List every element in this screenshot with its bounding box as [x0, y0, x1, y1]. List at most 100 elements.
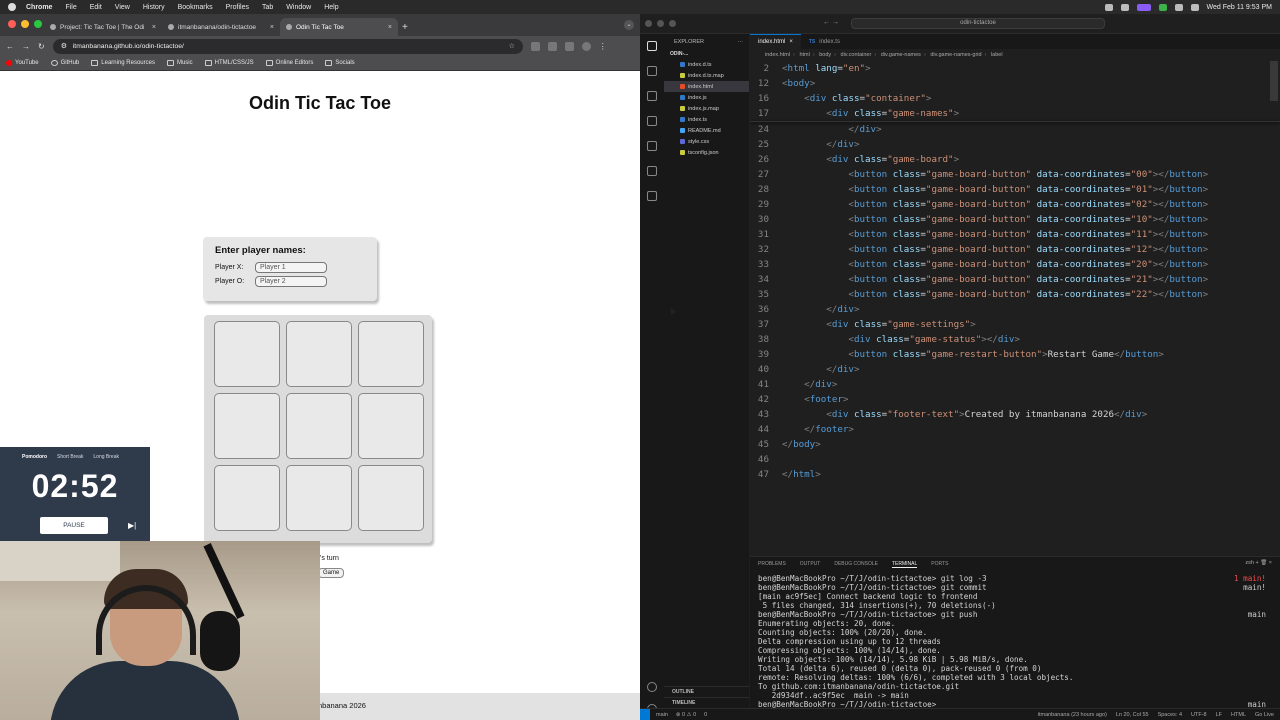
board-cell-20[interactable]	[214, 465, 280, 531]
vscode-minimize-icon[interactable]	[657, 20, 664, 27]
board-cell-12[interactable]	[358, 393, 424, 459]
menu-help[interactable]: Help	[324, 4, 338, 11]
tab-close-icon[interactable]: ×	[152, 24, 156, 31]
file-index-d-ts-map[interactable]: index.d.ts.map	[664, 70, 749, 81]
git-blame-status[interactable]: itmanbanana (23 hours ago)	[1038, 712, 1107, 718]
minimize-window-icon[interactable]	[21, 20, 29, 28]
menu-edit[interactable]: Edit	[90, 4, 102, 11]
bookmark-socials[interactable]: Socials	[325, 60, 355, 66]
fullscreen-window-icon[interactable]	[34, 20, 42, 28]
breadcrumb-item[interactable]: index.html	[765, 52, 790, 58]
code-line[interactable]: 43 <div class="footer-text">Created by i…	[750, 407, 1280, 422]
apple-icon[interactable]	[8, 3, 16, 11]
file-tsconfig[interactable]: tsconfig.json	[664, 147, 749, 158]
file-index-html[interactable]: index.html	[664, 81, 749, 92]
bookmark-star-icon[interactable]: ☆	[509, 42, 515, 50]
vscode-close-icon[interactable]	[645, 20, 652, 27]
new-terminal-icon[interactable]: +	[1256, 560, 1259, 566]
mode-long-break[interactable]: Long Break	[93, 454, 119, 460]
editor-scrollbar[interactable]	[1270, 61, 1278, 101]
bookmark-github[interactable]: GitHub	[50, 60, 79, 66]
wifi-icon[interactable]	[1174, 3, 1183, 11]
code-line[interactable]: 2 <html lang="en">	[750, 61, 1280, 76]
branch-indicator[interactable]: main	[656, 712, 668, 718]
close-panel-icon[interactable]: ×	[1269, 560, 1272, 566]
breadcrumb-item[interactable]: label	[991, 52, 1003, 58]
code-line[interactable]: 46	[750, 452, 1280, 467]
code-line[interactable]: 37 <div class="game-settings">	[750, 317, 1280, 332]
menu-view[interactable]: View	[115, 4, 130, 11]
code-line[interactable]: 25 </div>	[750, 137, 1280, 152]
terminal-shell-label[interactable]: zsh	[1245, 560, 1254, 566]
code-line[interactable]: 24 </div>	[750, 122, 1280, 137]
code-line[interactable]: 29 <button class="game-board-button" dat…	[750, 197, 1280, 212]
code-line[interactable]: 35 <button class="game-board-button" dat…	[750, 287, 1280, 302]
menu-app-name[interactable]: Chrome	[26, 4, 52, 11]
kill-terminal-icon[interactable]: 🗑	[1260, 560, 1267, 566]
browser-tab-github[interactable]: itmanbanana/odin-tictactoe ×	[162, 18, 280, 36]
cursor-position[interactable]: Ln 20, Col 55	[1116, 712, 1149, 718]
ports-indicator[interactable]: 0	[704, 712, 707, 718]
restart-game-button[interactable]: Game	[318, 568, 345, 578]
run-debug-icon[interactable]	[647, 116, 657, 126]
menu-window[interactable]: Window	[286, 4, 311, 11]
breadcrumb-item[interactable]: html	[799, 52, 809, 58]
skip-icon[interactable]: ▶|	[128, 521, 136, 530]
file-readme[interactable]: README.md	[664, 125, 749, 136]
explorer-icon[interactable]	[647, 41, 657, 51]
board-cell-10[interactable]	[214, 393, 280, 459]
editor-tab-index-html[interactable]: index.html ×	[750, 34, 801, 49]
board-cell-01[interactable]	[286, 321, 352, 387]
menu-bookmarks[interactable]: Bookmarks	[178, 4, 213, 11]
tab-close-icon[interactable]: ×	[270, 24, 274, 31]
menu-tab[interactable]: Tab	[262, 4, 273, 11]
control-center-icon[interactable]	[1190, 3, 1199, 11]
nav-back-forward-icon[interactable]: ← →	[823, 19, 839, 26]
status-icon-2[interactable]	[1120, 3, 1129, 11]
board-cell-21[interactable]	[286, 465, 352, 531]
tab-search-icon[interactable]: ⌄	[624, 20, 634, 30]
file-index-js-map[interactable]: index.js.map	[664, 103, 749, 114]
panel-tab-ports[interactable]: PORTS	[931, 561, 948, 567]
mode-pomodoro[interactable]: Pomodoro	[22, 454, 47, 460]
mode-short-break[interactable]: Short Break	[57, 454, 83, 460]
status-icon-3[interactable]	[1158, 3, 1167, 11]
bookmark-html-css-js[interactable]: HTML/CSS/JS	[204, 60, 254, 66]
breadcrumb-item[interactable]: div.game-names	[881, 52, 921, 58]
code-line[interactable]: 39 <button class="game-restart-button">R…	[750, 347, 1280, 362]
close-window-icon[interactable]	[8, 20, 16, 28]
panel-tab-output[interactable]: OUTPUT	[800, 561, 821, 567]
timeline-section[interactable]: TIMELINE	[664, 697, 749, 708]
board-cell-02[interactable]	[358, 321, 424, 387]
tab-close-icon[interactable]: ×	[789, 39, 793, 45]
project-folder[interactable]: ODIN-...	[664, 45, 749, 59]
code-line[interactable]: 28 <button class="game-board-button" dat…	[750, 182, 1280, 197]
code-line[interactable]: 31 <button class="game-board-button" dat…	[750, 227, 1280, 242]
indentation-status[interactable]: Spaces: 4	[1158, 712, 1182, 718]
browser-tab-tictactoe[interactable]: Odin Tic Tac Toe ×	[280, 18, 398, 36]
code-line[interactable]: 12 <body>	[750, 76, 1280, 91]
file-index-js[interactable]: index.js	[664, 92, 749, 103]
code-line[interactable]: 38 <div class="game-status"></div>	[750, 332, 1280, 347]
command-center-search[interactable]: odin-tictactoe	[851, 18, 1105, 29]
python-icon[interactable]	[647, 191, 657, 201]
encoding-status[interactable]: UTF-8	[1191, 712, 1207, 718]
browser-tab-odin-project[interactable]: Project: Tic Tac Toe | The Odi ×	[44, 18, 162, 36]
board-cell-00[interactable]	[214, 321, 280, 387]
menu-history[interactable]: History	[143, 4, 165, 11]
extensions-puzzle-icon[interactable]	[547, 41, 557, 51]
forward-icon[interactable]: →	[22, 42, 30, 51]
bookmark-learning-resources[interactable]: Learning Resources	[91, 60, 155, 66]
breadcrumb-item[interactable]: div.game-names-grid	[930, 52, 981, 58]
editor-tab-index-ts[interactable]: TS index.ts	[801, 34, 848, 49]
file-index-d-ts[interactable]: index.d.ts	[664, 59, 749, 70]
remote-indicator-icon[interactable]	[640, 708, 650, 720]
code-line[interactable]: 42 <footer>	[750, 392, 1280, 407]
code-editor[interactable]: 2 <html lang="en"> 12 <body> 16 <div class="…	[750, 61, 1280, 553]
address-bar[interactable]: ⚙ itmanbanana.github.io/odin-tictactoe/ …	[52, 38, 523, 54]
menu-profiles[interactable]: Profiles	[226, 4, 249, 11]
terminal-output[interactable]: ben@BenMacBookPro ~/T/J/odin-tictactoe> …	[750, 571, 1280, 709]
code-line[interactable]: 33 <button class="game-board-button" dat…	[750, 257, 1280, 272]
explorer-more-icon[interactable]: ···	[738, 39, 744, 45]
testing-icon[interactable]	[647, 166, 657, 176]
